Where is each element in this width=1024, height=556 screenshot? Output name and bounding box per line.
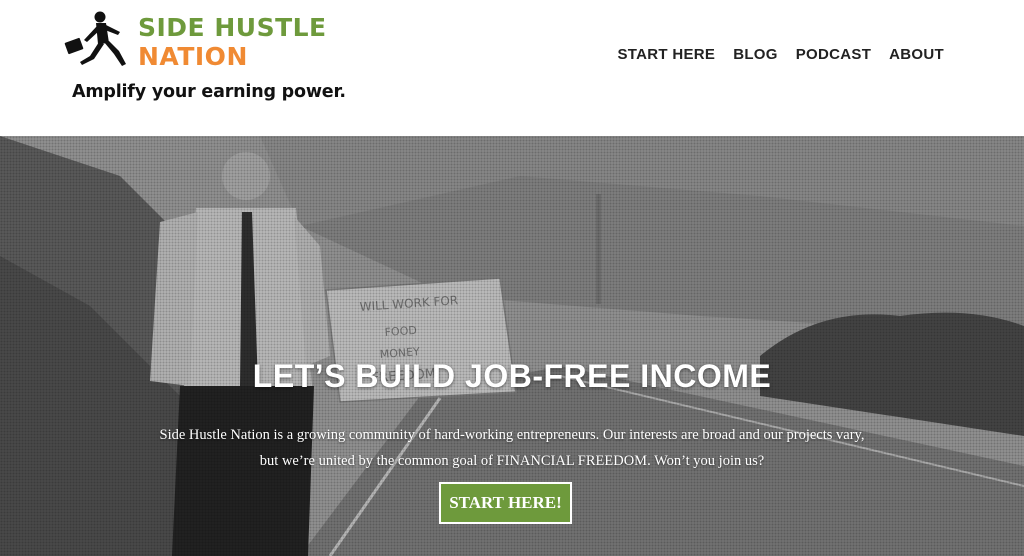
site-logo[interactable]: SIDE HUSTLE NATION Amplify your earning …: [62, 8, 346, 108]
runner-logo-icon: [64, 11, 126, 66]
hero-description: Side Hustle Nation is a growing communit…: [159, 427, 865, 469]
nav-about[interactable]: ABOUT: [889, 46, 944, 63]
site-header: SIDE HUSTLE NATION Amplify your earning …: [0, 0, 1024, 136]
hero-section: WILL WORK FOR FOOD MONEY FREEDOM LET’S B…: [0, 136, 1024, 556]
nav-podcast[interactable]: PODCAST: [796, 46, 871, 63]
logo-text-line2: NATION: [138, 42, 248, 71]
tagline: Amplify your earning power.: [72, 82, 346, 102]
nav-start-here[interactable]: START HERE: [617, 46, 715, 63]
start-here-button[interactable]: START HERE!: [439, 482, 572, 524]
main-nav: START HERE BLOG PODCAST ABOUT: [617, 46, 944, 63]
hero-heading: LET’S BUILD JOB-FREE INCOME: [252, 358, 772, 394]
nav-blog[interactable]: BLOG: [733, 46, 778, 63]
logo-text-line1: SIDE HUSTLE: [138, 13, 327, 42]
